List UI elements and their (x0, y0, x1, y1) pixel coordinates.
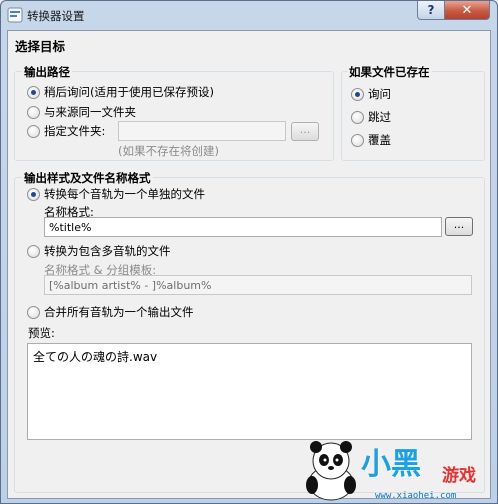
converter-settings-window: 转换器设置 ? ✕ 选择目标 输出路径 稍后询问(适用于使用已保存预设) 与来源… (0, 0, 498, 504)
radio-skip[interactable]: 跳过 (351, 109, 391, 125)
title-bar[interactable]: 转换器设置 ? ✕ (1, 1, 497, 29)
multi-format-input[interactable]: [%album artist% - ]%album% (44, 275, 472, 295)
help-button[interactable]: ? (417, 1, 445, 20)
radio-overwrite[interactable]: 覆盖 (351, 132, 391, 148)
window-title: 转换器设置 (27, 9, 85, 23)
preview-box: 全ての人の魂の詩.wav (27, 343, 472, 440)
folder-create-hint: (如果不存在将创建) (118, 144, 219, 158)
radio-merge-all[interactable]: 合并所有音轨为一个输出文件 (27, 304, 194, 320)
if-exists-label: 如果文件已存在 (347, 64, 432, 80)
watermark: 小黑 游戏 www.xiaohei.com (299, 439, 493, 501)
app-icon (7, 7, 23, 23)
close-button[interactable]: ✕ (444, 1, 490, 20)
radio-button[interactable] (27, 105, 40, 119)
name-format-input[interactable]: %title% (44, 217, 442, 237)
radio-button[interactable] (351, 110, 364, 124)
section-title: 选择目标 (15, 39, 66, 54)
radio-same-folder[interactable]: 与来源同一文件夹 (27, 104, 136, 120)
radio-multi-track[interactable]: 转换为包含多音轨的文件 (27, 243, 171, 259)
folder-browse-button[interactable]: ... (291, 122, 319, 141)
radio-button[interactable] (27, 244, 40, 258)
name-format-browse-button[interactable]: ... (445, 217, 473, 236)
radio-button[interactable] (27, 187, 40, 201)
preview-text: 全ての人の魂の詩.wav (33, 350, 158, 364)
panda-logo-icon (306, 441, 356, 501)
radio-button[interactable] (351, 87, 364, 101)
radio-single-file[interactable]: 转换每个音轨为一个单独的文件 (27, 186, 205, 202)
radio-specify-folder[interactable]: 指定文件夹: (27, 123, 105, 139)
watermark-url: www.xiaohei.com (375, 491, 457, 501)
watermark-text-2: 游戏 (442, 466, 476, 486)
output-style-label: 输出样式及文件名称格式 (22, 170, 153, 186)
radio-ask[interactable]: 询问 (351, 86, 391, 102)
output-path-label: 输出路径 (22, 64, 72, 80)
preview-label: 预览: (28, 326, 55, 340)
watermark-text: 小黑 (361, 447, 421, 482)
radio-button[interactable] (27, 124, 40, 138)
radio-button[interactable] (27, 305, 40, 319)
radio-ask-later[interactable]: 稍后询问(适用于使用已保存预设) (27, 84, 214, 100)
radio-button[interactable] (351, 133, 364, 147)
folder-path-input[interactable] (118, 121, 286, 141)
dialog-body: 选择目标 输出路径 稍后询问(适用于使用已保存预设) 与来源同一文件夹 指定文件… (7, 30, 491, 499)
radio-button[interactable] (27, 85, 40, 99)
